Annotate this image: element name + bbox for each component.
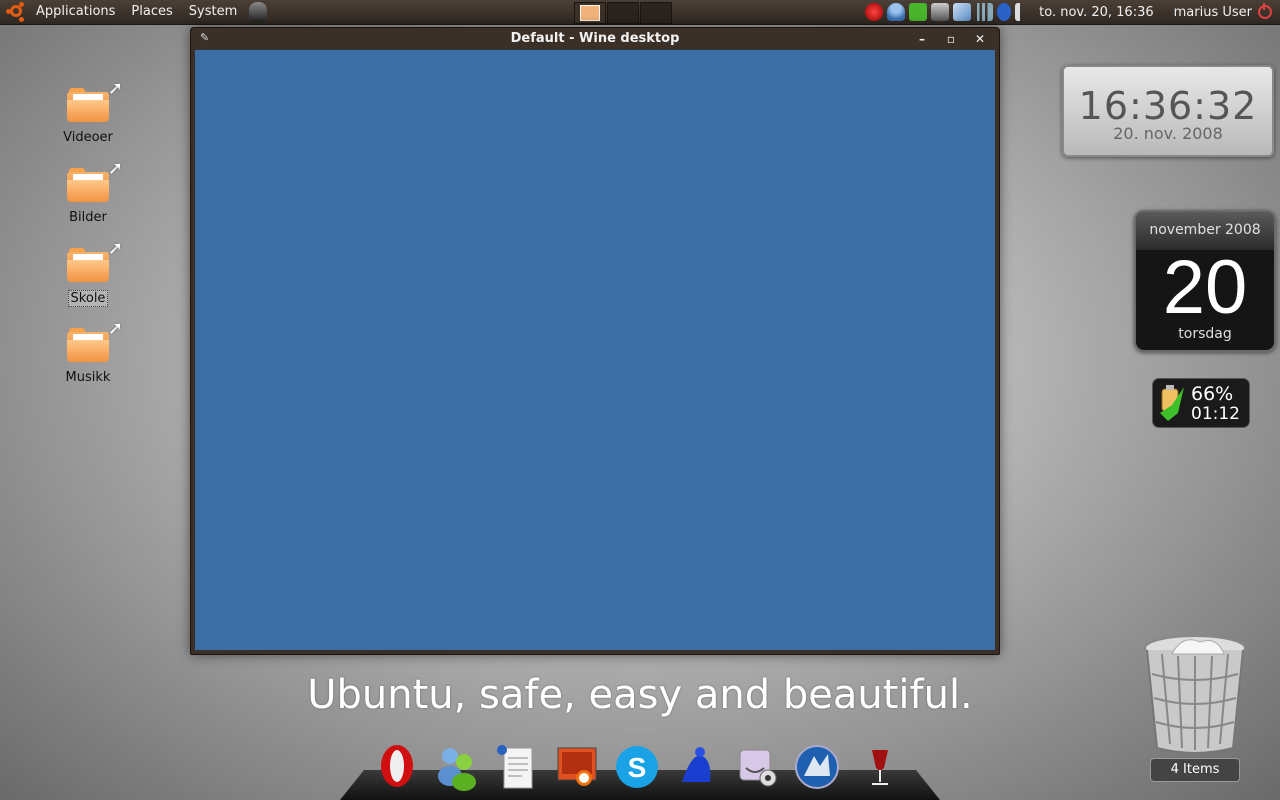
image-viewer-icon[interactable]: [552, 742, 602, 792]
menu-places[interactable]: Places: [123, 0, 180, 24]
system-tray: to. nov. 20, 16:36 marius User: [863, 0, 1280, 24]
desktop-icon-label: Skole: [67, 290, 109, 307]
top-panel: Applications Places System to. nov. 20, …: [0, 0, 1280, 25]
volume-icon[interactable]: [1015, 3, 1028, 21]
update-icon[interactable]: [909, 3, 928, 21]
calendar-day: 20: [1162, 245, 1248, 330]
network-icon[interactable]: [953, 3, 972, 21]
folder-link-icon: ➚: [67, 318, 123, 362]
workspace-switcher[interactable]: [574, 2, 672, 24]
minimize-button[interactable]: –: [913, 30, 931, 48]
skype-icon[interactable]: S: [612, 742, 662, 792]
wine-glass-icon[interactable]: [854, 742, 904, 792]
frog-icon[interactable]: [672, 742, 722, 792]
battery-icon: [1160, 385, 1184, 421]
desktop-icon-bilder[interactable]: ➚ Bilder: [58, 158, 123, 225]
signal-icon[interactable]: [975, 3, 994, 21]
desktop-icon-label: Musikk: [65, 370, 111, 385]
wolf-browser-icon[interactable]: [792, 742, 842, 792]
calendar-widget[interactable]: november 2008 20 torsdag: [1134, 210, 1276, 352]
battery-percent: 66%: [1191, 383, 1234, 405]
folder-link-icon: ➚: [67, 78, 123, 122]
contacts-icon[interactable]: [887, 3, 906, 21]
main-menu: Applications Places System: [0, 0, 268, 24]
messenger-icon[interactable]: [432, 742, 482, 792]
desktop-icon-label: Videoer: [63, 130, 113, 145]
window-title: Default - Wine desktop: [510, 31, 680, 46]
svg-text:S: S: [628, 752, 647, 783]
battery-tray-icon[interactable]: [931, 3, 950, 21]
bluetooth-icon[interactable]: [997, 3, 1012, 21]
menu-system[interactable]: System: [181, 0, 245, 24]
power-icon[interactable]: [1258, 3, 1272, 19]
webcam-icon[interactable]: [732, 742, 782, 792]
dock: S: [372, 740, 912, 796]
desktop-icon-skole[interactable]: ➚ Skole: [58, 238, 123, 307]
shield-icon[interactable]: [865, 3, 884, 21]
user-switcher[interactable]: marius User: [1164, 5, 1256, 20]
folder-link-icon: ➚: [67, 158, 123, 202]
panel-clock[interactable]: to. nov. 20, 16:36: [1029, 5, 1164, 20]
desktop-icon-label: Bilder: [69, 210, 107, 225]
battery-time: 01:12: [1191, 404, 1240, 424]
workspace-1[interactable]: [574, 2, 606, 24]
battery-widget[interactable]: 66% 01:12: [1152, 378, 1250, 428]
wallpaper-slogan: Ubuntu, safe, easy and beautiful.: [307, 672, 973, 718]
opera-icon[interactable]: [372, 742, 422, 792]
maximize-button[interactable]: ▫: [942, 30, 960, 48]
calendar-weekday: torsdag: [1178, 326, 1232, 342]
desktop-icon-videoer[interactable]: ➚ Videoer: [58, 78, 123, 145]
clock-widget[interactable]: 16:36:32 20. nov. 2008: [1062, 65, 1274, 157]
workspace-2[interactable]: [607, 2, 639, 24]
menu-applications[interactable]: Applications: [28, 0, 123, 24]
wine-desktop-area[interactable]: [195, 50, 995, 650]
wine-desktop-window[interactable]: ✎ Default - Wine desktop – ▫ ✕: [190, 27, 1000, 655]
text-editor-icon[interactable]: [492, 742, 542, 792]
clock-widget-time: 16:36:32: [1078, 84, 1258, 128]
close-button[interactable]: ✕: [971, 30, 989, 48]
folder-link-icon: ➚: [67, 238, 123, 282]
desktop-icon-musikk[interactable]: ➚ Musikk: [58, 318, 123, 385]
trash-count-label: 4 Items: [1150, 758, 1240, 782]
window-titlebar[interactable]: ✎ Default - Wine desktop – ▫ ✕: [191, 28, 999, 50]
app-launcher-icon[interactable]: [249, 2, 268, 22]
workspace-3[interactable]: [640, 2, 672, 24]
trash-icon[interactable]: [1142, 634, 1248, 758]
ubuntu-logo-icon[interactable]: [6, 1, 28, 23]
